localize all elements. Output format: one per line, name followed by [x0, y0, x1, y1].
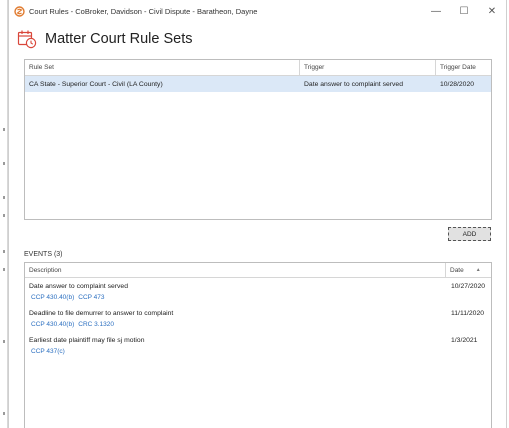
rule-link[interactable]: CCP 473	[78, 294, 104, 301]
list-item[interactable]: Date answer to complaint served CCP 430.…	[25, 278, 491, 305]
list-item[interactable]: Earliest date plaintiff may file sj moti…	[25, 332, 491, 359]
event-date: 11/11/2020	[451, 310, 485, 317]
events-header-row: Description Date ▲	[25, 263, 491, 278]
table-row[interactable]: CA State - Superior Court - Civil (LA Co…	[25, 76, 491, 92]
calendar-clock-icon	[17, 29, 37, 49]
event-description: Date answer to complaint served	[29, 283, 128, 290]
event-description: Earliest date plaintiff may file sj moti…	[29, 337, 145, 344]
page-header: Matter Court Rule Sets	[17, 27, 192, 51]
column-header-rule-set[interactable]: Rule Set	[25, 60, 300, 75]
event-date: 10/27/2020	[451, 283, 486, 290]
rule-set-cell: CA State - Superior Court - Civil (LA Co…	[29, 80, 163, 88]
background-window-edge	[0, 0, 8, 428]
close-button[interactable]: ✕	[478, 0, 506, 22]
minimize-button[interactable]: —	[422, 0, 450, 22]
rule-link[interactable]: CRC 3.1320	[78, 321, 114, 328]
events-heading: EVENTS (3)	[24, 251, 63, 258]
add-button[interactable]: ADD	[448, 227, 491, 241]
column-header-description[interactable]: Description	[25, 263, 446, 277]
list-item[interactable]: Deadline to file demurrer to answer to c…	[25, 305, 491, 332]
event-references: CCP 430.40(b) CRC 3.1320	[31, 321, 118, 328]
event-references: CCP 437(c)	[31, 348, 69, 355]
event-description: Deadline to file demurrer to answer to c…	[29, 310, 174, 317]
column-header-date[interactable]: Date ▲	[446, 263, 491, 277]
date-header-label: Date	[450, 266, 464, 274]
window-title: Court Rules - CoBroker, Davidson - Civil…	[29, 6, 258, 16]
column-header-trigger[interactable]: Trigger	[300, 60, 436, 75]
rule-link[interactable]: CCP 430.40(b)	[31, 294, 74, 301]
rule-sets-header-row: Rule Set Trigger Trigger Date	[25, 60, 491, 76]
rule-link[interactable]: CCP 430.40(b)	[31, 321, 74, 328]
page-title: Matter Court Rule Sets	[45, 31, 193, 47]
event-references: CCP 430.40(b) CCP 473	[31, 294, 109, 301]
rule-link[interactable]: CCP 437(c)	[31, 348, 65, 355]
event-date: 1/3/2021	[451, 337, 478, 344]
court-rules-window: Court Rules - CoBroker, Davidson - Civil…	[8, 0, 507, 428]
trigger-cell: Date answer to complaint served	[304, 80, 403, 88]
sort-ascending-icon: ▲	[475, 267, 481, 273]
app-icon	[13, 5, 25, 17]
column-header-trigger-date[interactable]: Trigger Date	[436, 60, 491, 75]
trigger-date-cell: 10/28/2020	[440, 80, 475, 88]
maximize-button[interactable]: ☐	[450, 0, 478, 22]
events-grid: Description Date ▲ Date answer to compla…	[24, 262, 492, 428]
rule-sets-grid: Rule Set Trigger Trigger Date CA State -…	[24, 59, 492, 220]
window-controls: — ☐ ✕	[422, 0, 506, 22]
